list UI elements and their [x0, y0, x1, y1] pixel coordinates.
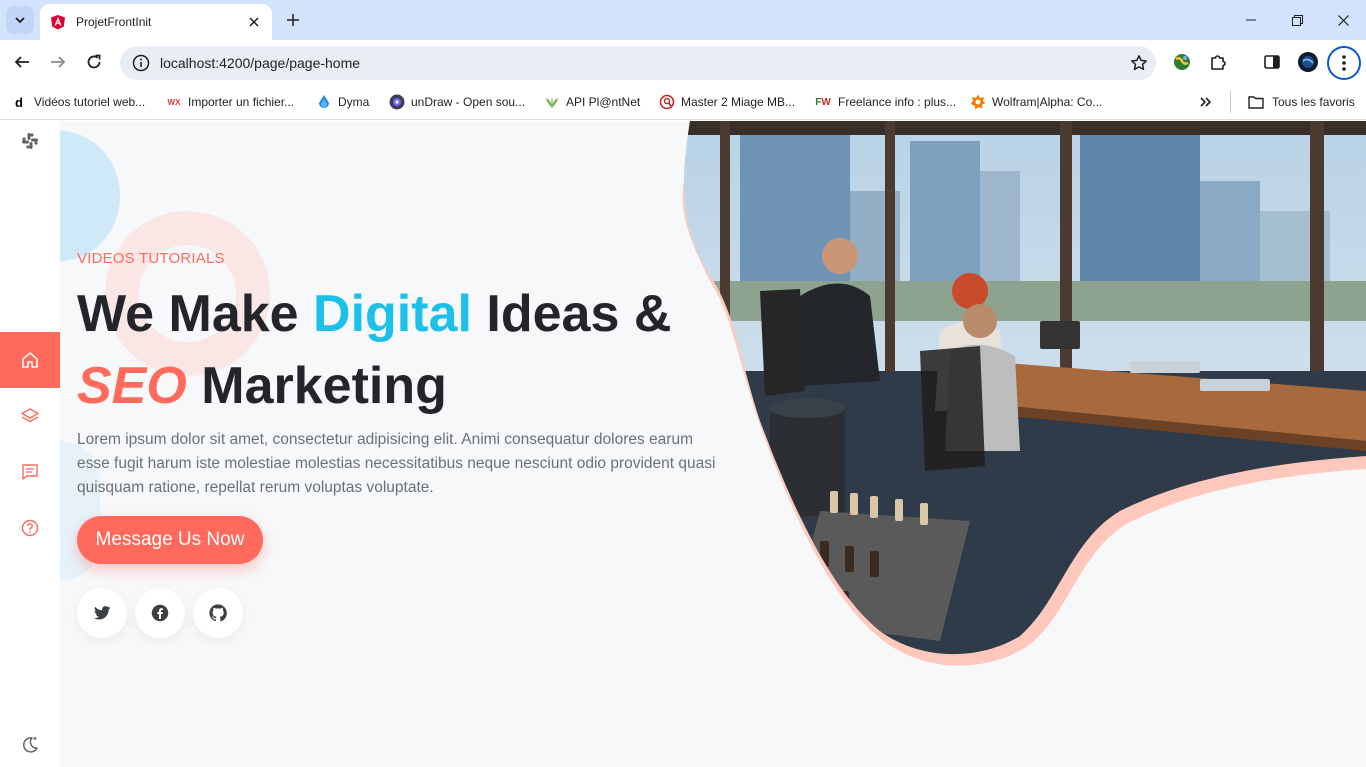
- bookmark-label: Wolfram|Alpha: Co...: [992, 95, 1103, 109]
- browser-tab-active[interactable]: ProjetFrontInit: [40, 4, 272, 40]
- side-panel-icon[interactable]: [1260, 50, 1284, 74]
- restore-icon: [1291, 14, 1303, 26]
- bookmark-label: Vidéos tutoriel web...: [34, 95, 146, 109]
- bookmark-item[interactable]: WX Importer un fichier...: [166, 92, 295, 112]
- address-bar[interactable]: localhost:4200/page/page-home: [120, 46, 1156, 80]
- headline-text: We Make: [77, 285, 299, 343]
- fw-icon: FW: [815, 96, 831, 108]
- more-vertical-icon: [1342, 55, 1346, 71]
- wx-icon: WX: [167, 97, 181, 107]
- message-icon: [21, 463, 39, 481]
- bookmarks-separator: [1230, 91, 1231, 113]
- bookmark-label: Freelance info : plus...: [838, 95, 957, 109]
- wolfram-icon: [970, 94, 986, 110]
- sidebar: [0, 121, 60, 767]
- back-button[interactable]: [8, 48, 36, 76]
- bookmark-item[interactable]: FW Freelance info : plus...: [814, 92, 956, 112]
- all-bookmarks-folder[interactable]: Tous les favoris: [1248, 92, 1355, 112]
- plantnet-icon: [544, 94, 560, 110]
- social-facebook-button[interactable]: [135, 588, 185, 638]
- social-twitter-button[interactable]: [77, 588, 127, 638]
- tab-search-button[interactable]: [6, 6, 34, 34]
- more-bookmarks-button[interactable]: [1200, 92, 1212, 112]
- headline-text: Ideas &: [486, 285, 672, 343]
- sidebar-item-messages[interactable]: [0, 444, 60, 500]
- headline-text: Marketing: [201, 357, 447, 415]
- folder-icon: [1248, 94, 1264, 110]
- close-icon: [1337, 14, 1349, 26]
- site-info-icon[interactable]: [132, 54, 150, 72]
- sidebar-item-layers[interactable]: [0, 388, 60, 444]
- bookmark-item[interactable]: Dyma: [316, 92, 369, 112]
- master-icon: [659, 94, 675, 110]
- hero-description: Lorem ipsum dolor sit amet, consectetur …: [77, 431, 716, 496]
- sidebar-item-help[interactable]: [0, 500, 60, 556]
- profile-avatar-icon[interactable]: [1296, 50, 1320, 74]
- github-icon: [209, 604, 227, 622]
- browser-toolbar: localhost:4200/page/page-home: [0, 40, 1366, 112]
- bookmark-label: unDraw - Open sou...: [411, 95, 526, 109]
- home-icon: [21, 351, 39, 369]
- bookmark-item[interactable]: Master 2 Miage MB...: [659, 92, 795, 112]
- social-github-button[interactable]: [193, 588, 243, 638]
- bookmark-item[interactable]: Wolfram|Alpha: Co...: [970, 92, 1102, 112]
- twitter-icon: [93, 606, 111, 620]
- close-window-button[interactable]: [1320, 0, 1366, 40]
- bookmark-label: Dyma: [338, 95, 370, 109]
- undraw-icon: [389, 94, 405, 110]
- bookmark-label: Master 2 Miage MB...: [681, 95, 796, 109]
- help-icon: [21, 519, 39, 537]
- layers-icon: [21, 407, 39, 425]
- bookmark-label: API Pl@ntNet: [566, 95, 641, 109]
- slack-logo-icon[interactable]: [20, 131, 40, 151]
- headline-highlight: Digital: [313, 285, 472, 343]
- restore-button[interactable]: [1274, 0, 1320, 40]
- arrow-left-icon: [14, 54, 30, 70]
- close-tab-icon[interactable]: [246, 14, 262, 30]
- bookmark-label: Importer un fichier...: [188, 95, 295, 109]
- plus-icon: [287, 14, 299, 26]
- tab-strip: ProjetFrontInit: [0, 0, 1366, 40]
- d-icon: d: [15, 94, 23, 110]
- dark-mode-toggle-icon[interactable]: [20, 735, 40, 755]
- page-home: VIDEOS TUTORIALS We Make Digital Ideas &…: [0, 121, 1366, 767]
- new-tab-button[interactable]: [282, 9, 304, 31]
- tab-title: ProjetFrontInit: [76, 15, 152, 29]
- bookmark-star-icon[interactable]: [1122, 46, 1156, 80]
- minimize-icon: [1246, 15, 1256, 25]
- hero-office-image: [680, 121, 1366, 681]
- bookmark-item[interactable]: d Vidéos tutoriel web...: [12, 92, 145, 112]
- extension-globe-icon[interactable]: [1170, 50, 1194, 74]
- minimize-button[interactable]: [1228, 0, 1274, 40]
- url-text[interactable]: localhost:4200/page/page-home: [160, 55, 1122, 71]
- bookmarks-bar: d Vidéos tutoriel web... WX Importer un …: [0, 84, 1366, 120]
- extensions-puzzle-icon[interactable]: [1206, 50, 1230, 74]
- chevron-double-right-icon: [1200, 96, 1212, 108]
- angular-icon: [50, 14, 66, 30]
- hero-headline-line-1: We Make Digital Ideas &: [77, 283, 671, 345]
- headline-seo: SEO: [77, 357, 187, 415]
- reload-button[interactable]: [80, 48, 108, 76]
- bookmark-label: Tous les favoris: [1272, 95, 1355, 109]
- reload-icon: [86, 54, 102, 70]
- facebook-icon: [151, 604, 169, 622]
- bookmark-item[interactable]: unDraw - Open sou...: [389, 92, 525, 112]
- forward-button[interactable]: [44, 48, 72, 76]
- message-us-button[interactable]: Message Us Now: [77, 516, 263, 564]
- chevron-down-icon: [14, 14, 26, 26]
- hero-eyebrow: VIDEOS TUTORIALS: [77, 250, 225, 267]
- hero-headline-line-2: SEO Marketing: [77, 355, 447, 417]
- sidebar-item-home[interactable]: [0, 332, 60, 388]
- bookmark-item[interactable]: API Pl@ntNet: [544, 92, 640, 112]
- arrow-right-icon: [50, 54, 66, 70]
- dyma-icon: [316, 94, 332, 110]
- browser-menu-button[interactable]: [1327, 46, 1361, 80]
